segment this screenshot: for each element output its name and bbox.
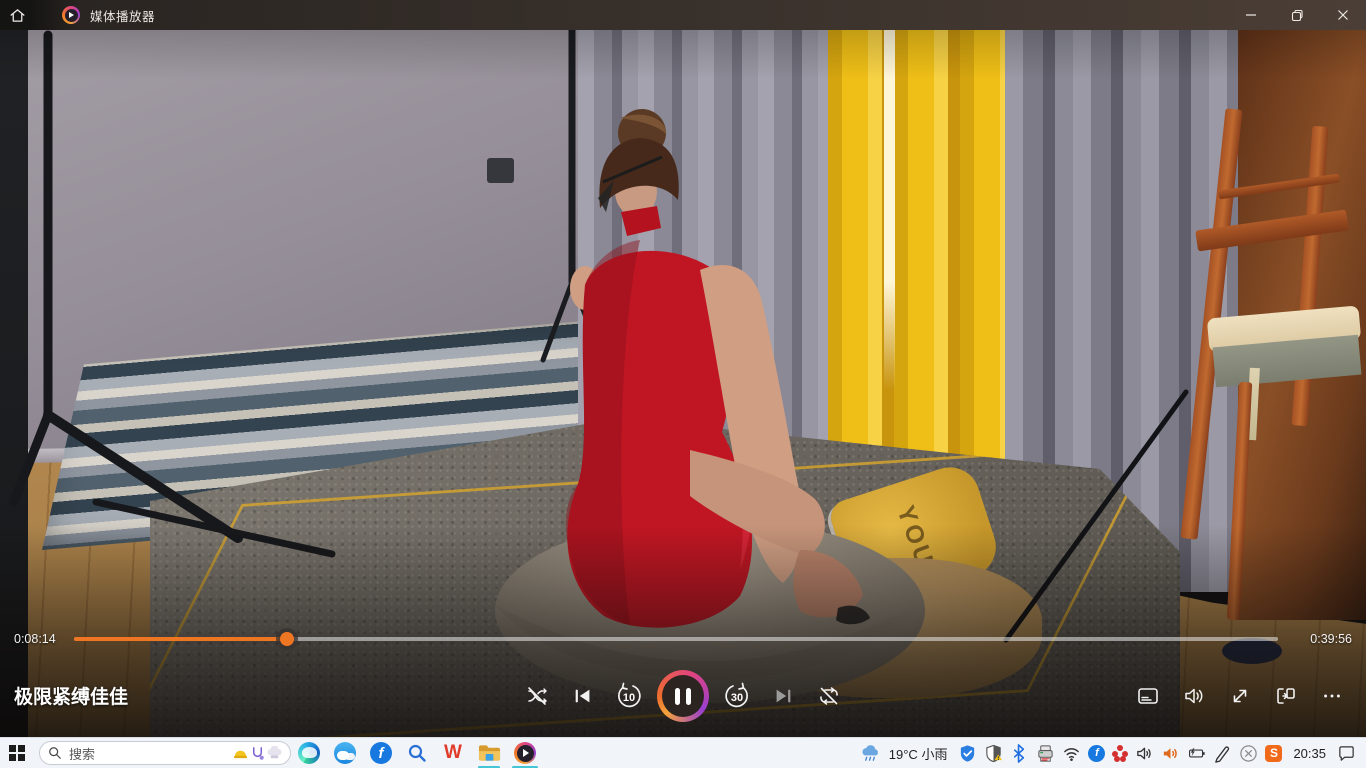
weather-icon[interactable]	[861, 744, 880, 763]
taskbar-app-media-player[interactable]	[507, 738, 543, 768]
window-controls	[1228, 0, 1366, 30]
flash-tray-icon[interactable]: f	[1088, 745, 1105, 762]
taskbar-app-wps[interactable]: W	[435, 738, 471, 768]
system-tray: 19°C 小雨 f	[861, 744, 1366, 763]
weather-temp: 19°C	[889, 747, 918, 762]
pc-manager-icon[interactable]	[958, 744, 977, 763]
wps-office-icon: W	[444, 742, 462, 764]
seek-row: 0:08:14 0:39:56	[0, 626, 1366, 652]
windows-logo-icon	[9, 745, 25, 761]
search-icon	[48, 746, 62, 760]
subtitles-icon	[1136, 684, 1160, 708]
taskbar-app-file-explorer[interactable]	[471, 738, 507, 768]
audio-manager-icon[interactable]	[1161, 744, 1180, 763]
volume-tray-icon[interactable]	[1135, 744, 1154, 763]
close-button[interactable]	[1320, 0, 1366, 30]
search-tool-icon	[407, 743, 427, 763]
rewind-10-button[interactable]: 10	[611, 678, 647, 714]
pause-button[interactable]	[657, 670, 709, 722]
minimize-icon	[1245, 9, 1257, 21]
fullscreen-icon	[1228, 684, 1252, 708]
battery-icon[interactable]	[1187, 744, 1206, 763]
repeat-button[interactable]	[811, 678, 847, 714]
flash-center-icon: f	[370, 742, 392, 764]
mini-player-button[interactable]	[1268, 678, 1304, 714]
subtitles-button[interactable]	[1130, 678, 1166, 714]
volume-icon	[1182, 684, 1206, 708]
taskbar-clock[interactable]: 20:35	[1293, 746, 1326, 761]
fullscreen-button[interactable]	[1222, 678, 1258, 714]
taskbar-app-search-tool[interactable]	[399, 738, 435, 768]
mini-player-icon	[1274, 684, 1298, 708]
sogou-input-icon[interactable]: S	[1265, 745, 1282, 762]
search-placeholder: 搜索	[69, 744, 231, 763]
cloud-app-icon	[334, 742, 356, 764]
total-time: 0:39:56	[1290, 632, 1366, 646]
more-button[interactable]	[1314, 678, 1350, 714]
home-button[interactable]	[0, 0, 34, 30]
weather-widget[interactable]: 19°C 小雨	[889, 744, 948, 763]
shuffle-button[interactable]	[519, 678, 555, 714]
screen: 媒体播放器	[0, 0, 1366, 768]
notification-icon[interactable]	[1337, 744, 1356, 763]
progress-handle[interactable]	[280, 632, 294, 646]
player-controls: 极限紧缚佳佳 10	[0, 660, 1366, 732]
previous-icon	[572, 685, 594, 707]
forward-30-button[interactable]: 30	[719, 678, 755, 714]
hard-hat-icon	[233, 746, 248, 761]
wifi-icon[interactable]	[1062, 744, 1081, 763]
pen-icon[interactable]	[1213, 744, 1232, 763]
more-icon	[1321, 685, 1343, 707]
bluetooth-icon[interactable]	[1010, 744, 1029, 763]
media-player-icon	[514, 742, 536, 764]
app-title: 媒体播放器	[90, 6, 155, 25]
volume-button[interactable]	[1176, 678, 1212, 714]
taskbar-search-input[interactable]: 搜索	[39, 741, 291, 765]
media-player-logo-icon	[62, 6, 80, 24]
start-button[interactable]	[0, 738, 34, 768]
taskbar-app-flash-center[interactable]: f	[363, 738, 399, 768]
secondary-controls	[1130, 660, 1350, 732]
taskbar: 搜索 f W	[0, 737, 1366, 768]
home-icon	[9, 7, 26, 24]
transport-controls: 10 30	[519, 660, 847, 732]
edge-icon	[298, 742, 320, 764]
security-alert-icon[interactable]	[984, 744, 1003, 763]
minimize-button[interactable]	[1228, 0, 1274, 30]
taskbar-app-cloud[interactable]	[327, 738, 363, 768]
pause-icon	[662, 675, 704, 717]
restore-icon	[1291, 9, 1304, 22]
next-button[interactable]	[765, 678, 801, 714]
stethoscope-icon	[250, 746, 265, 761]
seek-bar[interactable]	[74, 637, 1278, 641]
progress-fill	[74, 637, 287, 641]
rewind-seconds-label: 10	[611, 692, 647, 704]
disabled-device-icon[interactable]	[1239, 744, 1258, 763]
taskbar-app-edge[interactable]	[291, 738, 327, 768]
shuffle-off-icon	[525, 684, 549, 708]
forward-seconds-label: 30	[719, 692, 755, 704]
printer-icon[interactable]	[1036, 744, 1055, 763]
red-flower-icon[interactable]	[1112, 745, 1128, 761]
file-explorer-icon	[478, 743, 501, 763]
titlebar: 媒体播放器	[0, 0, 1366, 30]
repeat-off-icon	[817, 684, 841, 708]
chef-hat-icon	[267, 746, 282, 761]
restore-button[interactable]	[1274, 0, 1320, 30]
elapsed-time: 0:08:14	[0, 632, 62, 646]
close-icon	[1337, 9, 1349, 21]
weather-condition: 小雨	[921, 747, 947, 762]
video-title: 极限紧缚佳佳	[14, 682, 128, 709]
next-icon	[772, 685, 794, 707]
previous-button[interactable]	[565, 678, 601, 714]
